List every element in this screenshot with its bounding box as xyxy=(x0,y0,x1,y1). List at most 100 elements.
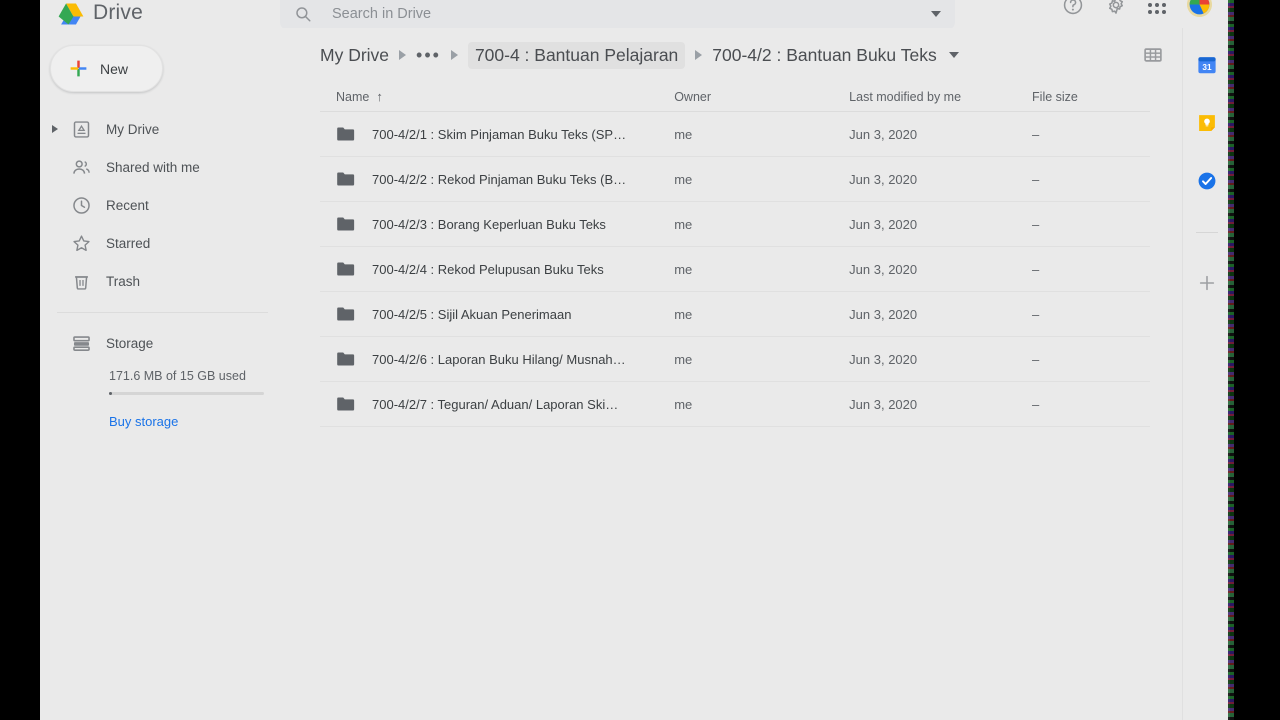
breadcrumb-parent[interactable]: 700-4 : Bantuan Pelajaran xyxy=(467,41,686,69)
storage-label: Storage xyxy=(106,335,154,351)
rail-divider xyxy=(1195,232,1218,233)
search-icon xyxy=(296,7,311,22)
cell-owner: me xyxy=(674,216,693,232)
side-panel-rail: 31 xyxy=(1182,28,1230,720)
capture-artifact-strip xyxy=(1228,0,1234,720)
folder-icon xyxy=(337,352,355,366)
new-button[interactable]: New xyxy=(50,45,163,92)
help-icon[interactable] xyxy=(1062,0,1084,16)
cell-modified: Jun 3, 2020 xyxy=(849,171,918,187)
sidebar-divider xyxy=(57,312,268,313)
drive-brand[interactable]: Drive xyxy=(40,1,280,27)
cell-modified: Jun 3, 2020 xyxy=(849,261,918,277)
sidebar-item-starred[interactable]: Starred xyxy=(40,224,280,262)
file-name: 700-4/2/5 : Sijil Akuan Penerimaan xyxy=(372,306,572,322)
cell-owner: me xyxy=(674,171,693,187)
sidebar-item-label: Trash xyxy=(106,273,141,289)
chevron-right-icon[interactable] xyxy=(52,125,58,133)
cell-name: 700-4/2/2 : Rekod Pinjaman Buku Teks (B… xyxy=(336,171,674,187)
table-row[interactable]: 700-4/2/1 : Skim Pinjaman Buku Teks (SP…… xyxy=(320,112,1150,157)
table-row[interactable]: 700-4/2/3 : Borang Keperluan Buku Teks m… xyxy=(320,202,1150,247)
cell-size: – xyxy=(1032,351,1040,367)
search-options-caret-icon[interactable] xyxy=(931,11,941,17)
grid-view-icon[interactable] xyxy=(1142,44,1164,66)
file-list: 700-4/2/1 : Skim Pinjaman Buku Teks (SP…… xyxy=(280,112,1230,427)
cell-name: 700-4/2/7 : Teguran/ Aduan/ Laporan Ski… xyxy=(336,396,674,412)
people-icon xyxy=(73,159,90,174)
cell-name: 700-4/2/4 : Rekod Pelupusan Buku Teks xyxy=(336,261,674,277)
folder-icon xyxy=(337,397,355,411)
breadcrumb-bar: My Drive ••• 700-4 : Bantuan Pelajaran 7… xyxy=(280,28,1230,82)
cell-modified: Jun 3, 2020 xyxy=(849,306,918,322)
keep-icon[interactable] xyxy=(1196,112,1218,134)
file-name: 700-4/2/2 : Rekod Pinjaman Buku Teks (B… xyxy=(372,171,627,187)
sidebar-item-trash[interactable]: Trash xyxy=(40,262,280,300)
storage-icon xyxy=(73,335,90,351)
sidebar-item-label: Recent xyxy=(106,197,149,213)
trash-icon xyxy=(75,275,88,290)
sidebar-item-label: Starred xyxy=(106,235,151,251)
cell-modified: Jun 3, 2020 xyxy=(849,216,918,232)
cell-size: – xyxy=(1032,261,1040,277)
breadcrumb-current[interactable]: 700-4/2 : Bantuan Buku Teks xyxy=(712,42,936,69)
sidebar-item-recent[interactable]: Recent xyxy=(40,186,280,224)
my-drive-icon xyxy=(73,120,90,138)
cell-modified: Jun 3, 2020 xyxy=(849,396,918,412)
file-name: 700-4/2/1 : Skim Pinjaman Buku Teks (SP… xyxy=(372,126,627,142)
table-row[interactable]: 700-4/2/4 : Rekod Pelupusan Buku Teks me… xyxy=(320,247,1150,292)
add-ons-plus-icon[interactable] xyxy=(1197,273,1217,293)
sidebar-item-storage[interactable]: Storage xyxy=(40,323,280,363)
column-header-name[interactable]: Name ↑ xyxy=(336,89,674,104)
search-input[interactable] xyxy=(332,6,931,22)
sidebar-nav: My Drive Shared with me Recent Starred T… xyxy=(40,110,280,300)
cell-owner: me xyxy=(674,396,693,412)
google-drive-app: Drive Search in Drive New My Drive Share… xyxy=(40,0,1230,720)
file-name: 700-4/2/3 : Borang Keperluan Buku Teks xyxy=(372,216,606,232)
chevron-right-icon xyxy=(399,50,407,60)
breadcrumb: My Drive ••• 700-4 : Bantuan Pelajaran 7… xyxy=(320,41,1142,69)
column-header-modified[interactable]: Last modified by me xyxy=(849,90,1032,104)
storage-usage-text: 171.6 MB of 15 GB used xyxy=(109,369,246,383)
gear-icon[interactable] xyxy=(1105,0,1127,16)
folder-icon xyxy=(337,307,355,321)
top-bar-actions xyxy=(1062,0,1212,17)
table-row[interactable]: 700-4/2/7 : Teguran/ Aduan/ Laporan Ski…… xyxy=(320,382,1150,427)
column-header-size[interactable]: File size xyxy=(1032,90,1150,104)
sidebar-item-label: Shared with me xyxy=(106,159,200,175)
table-row[interactable]: 700-4/2/6 : Laporan Buku Hilang/ Musnah…… xyxy=(320,337,1150,382)
cell-owner: me xyxy=(674,261,693,277)
cell-modified: Jun 3, 2020 xyxy=(849,351,918,367)
cell-size: – xyxy=(1032,306,1040,322)
sidebar-item-shared-with-me[interactable]: Shared with me xyxy=(40,148,280,186)
new-button-label: New xyxy=(100,60,129,77)
chevron-right-icon xyxy=(450,50,458,60)
storage-progress-bar xyxy=(109,392,264,395)
breadcrumb-root[interactable]: My Drive xyxy=(320,42,389,69)
left-sidebar: New My Drive Shared with me Recent Starr… xyxy=(40,28,280,720)
folder-icon xyxy=(337,172,355,186)
cell-name: 700-4/2/1 : Skim Pinjaman Buku Teks (SP… xyxy=(336,126,674,142)
apps-grid-icon[interactable] xyxy=(1148,0,1166,14)
breadcrumb-ellipsis[interactable]: ••• xyxy=(416,46,441,64)
file-name: 700-4/2/7 : Teguran/ Aduan/ Laporan Ski… xyxy=(372,396,619,412)
tasks-icon[interactable] xyxy=(1196,170,1218,192)
table-row[interactable]: 700-4/2/2 : Rekod Pinjaman Buku Teks (B…… xyxy=(320,157,1150,202)
search-bar[interactable] xyxy=(280,0,955,30)
sidebar-item-my-drive[interactable]: My Drive xyxy=(40,110,280,148)
calendar-icon[interactable]: 31 xyxy=(1196,54,1218,76)
cell-size: – xyxy=(1032,396,1040,412)
cell-owner: me xyxy=(674,306,693,322)
column-header-owner[interactable]: Owner xyxy=(674,90,849,104)
column-header-name-label: Name xyxy=(336,89,370,104)
plus-icon xyxy=(70,60,87,77)
file-name: 700-4/2/6 : Laporan Buku Hilang/ Musnah… xyxy=(372,351,626,367)
main-content: My Drive ••• 700-4 : Bantuan Pelajaran 7… xyxy=(280,28,1230,720)
chevron-down-icon[interactable] xyxy=(948,52,959,58)
avatar-image xyxy=(1187,0,1212,17)
clock-icon xyxy=(73,196,90,214)
cell-name: 700-4/2/6 : Laporan Buku Hilang/ Musnah… xyxy=(336,351,674,367)
buy-storage-link[interactable]: Buy storage xyxy=(40,414,178,429)
avatar[interactable] xyxy=(1187,0,1212,17)
star-icon xyxy=(73,234,90,251)
table-row[interactable]: 700-4/2/5 : Sijil Akuan Penerimaan me Ju… xyxy=(320,292,1150,337)
